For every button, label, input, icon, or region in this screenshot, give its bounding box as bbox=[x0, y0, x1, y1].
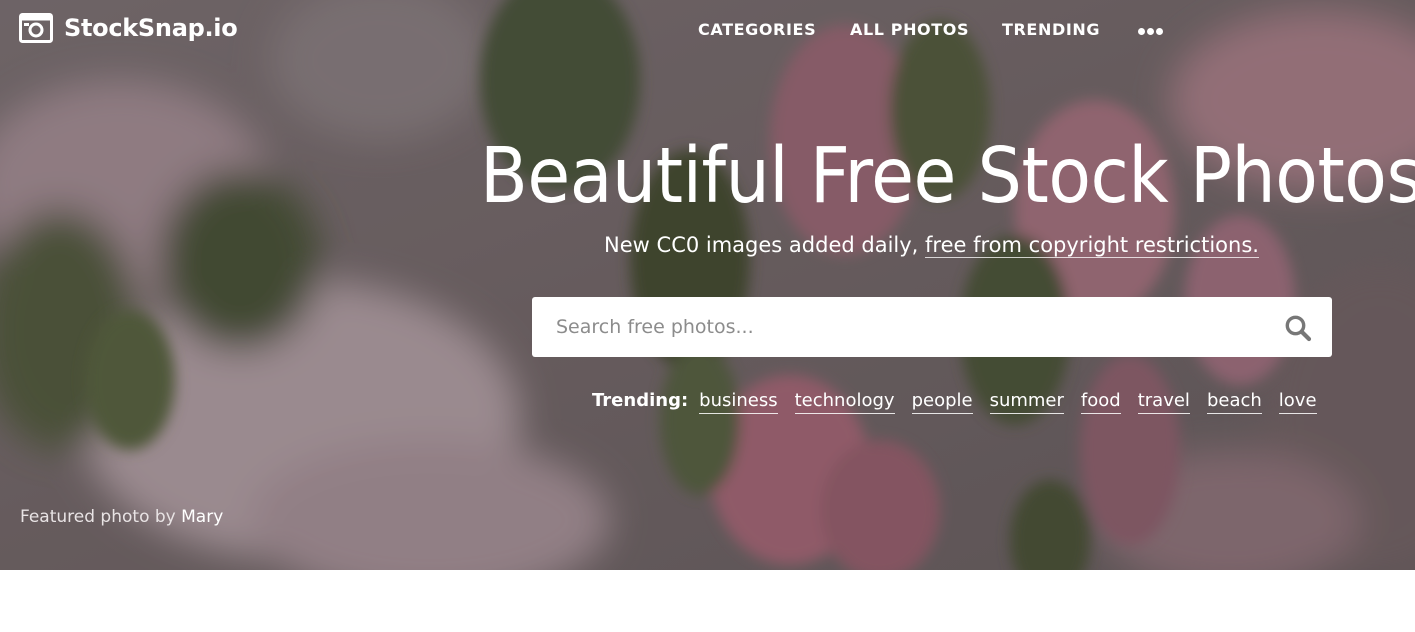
trending-tags: Trending: business technology people sum… bbox=[592, 390, 1334, 418]
tag-business[interactable]: business bbox=[699, 390, 778, 414]
hero-subtitle-wrap: New CC0 images added daily, free from co… bbox=[0, 0, 1415, 570]
photo-author-link[interactable]: Mary bbox=[181, 507, 223, 527]
tag-technology[interactable]: technology bbox=[794, 390, 895, 414]
search-icon[interactable] bbox=[1284, 314, 1312, 342]
copyright-link[interactable]: free from copyright restrictions. bbox=[925, 233, 1259, 258]
tag-love[interactable]: love bbox=[1278, 390, 1317, 414]
tag-people[interactable]: people bbox=[911, 390, 973, 414]
trending-label: Trending: bbox=[592, 390, 689, 411]
tag-beach[interactable]: beach bbox=[1206, 390, 1262, 414]
tag-food[interactable]: food bbox=[1080, 390, 1121, 414]
tag-travel[interactable]: travel bbox=[1137, 390, 1190, 414]
tag-summer[interactable]: summer bbox=[989, 390, 1064, 414]
hero-subtitle: New CC0 images added daily, free from co… bbox=[0, 232, 1415, 258]
search-box bbox=[532, 297, 1332, 357]
hero-subtitle-text: New CC0 images added daily, bbox=[604, 233, 919, 257]
hero-section: StockSnap.io CATEGORIES ALL PHOTOS TREND… bbox=[0, 0, 1415, 570]
photo-credit-text: Featured photo by bbox=[20, 507, 176, 527]
photo-credit: Featured photo by Mary bbox=[20, 507, 223, 527]
content-area bbox=[0, 570, 1415, 632]
search-input[interactable] bbox=[532, 297, 1262, 357]
